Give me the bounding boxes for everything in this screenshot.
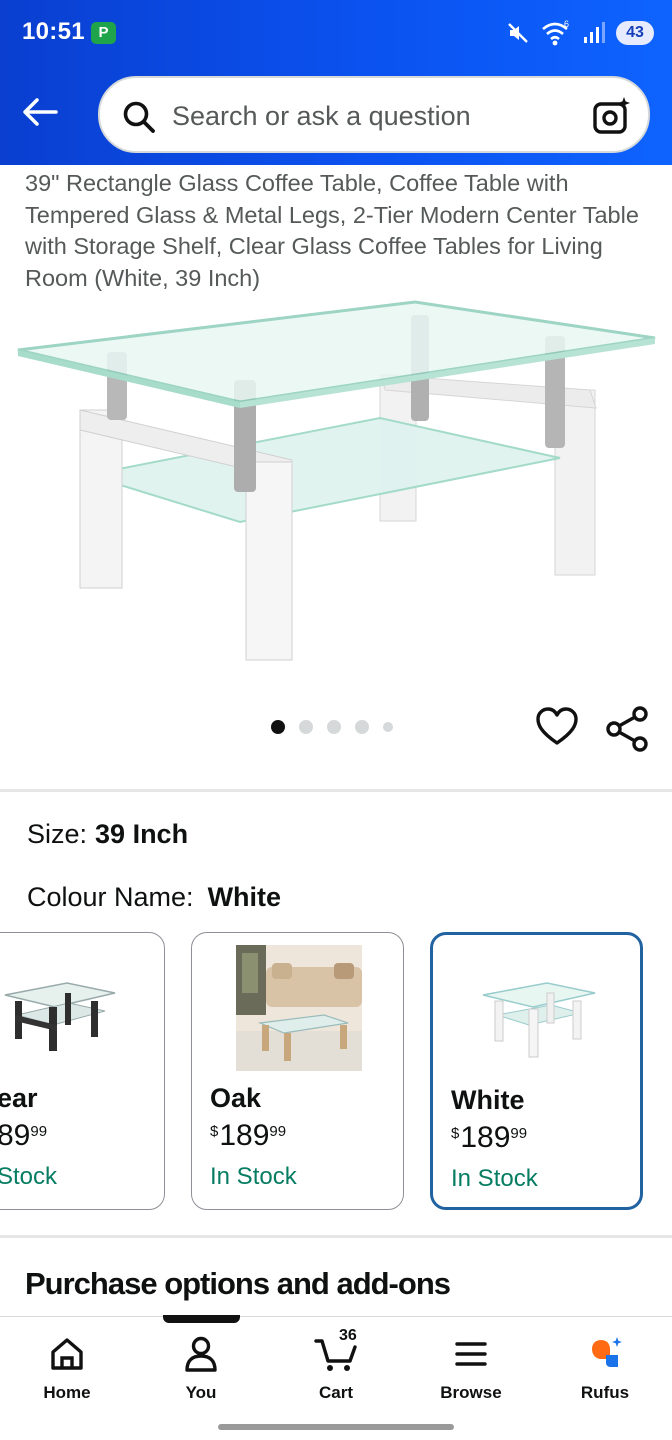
price-currency: $ (210, 1123, 219, 1140)
size-value: 39 Inch (95, 819, 189, 849)
price-whole: 189 (460, 1121, 511, 1154)
colour-selection: Colour Name: White (27, 882, 281, 913)
status-time: 10:51 (22, 18, 85, 45)
gesture-home-bar[interactable] (218, 1424, 454, 1430)
price-fraction: 99 (510, 1125, 528, 1142)
nav-you[interactable]: You (146, 1335, 256, 1403)
colour-option-white[interactable]: White $18999 In Stock (430, 932, 643, 1210)
image-carousel-dots[interactable] (271, 720, 393, 734)
back-button[interactable] (14, 90, 66, 134)
price-fraction: 99 (269, 1123, 287, 1140)
bottom-nav: Home You 36 Cart Browse Rufus (0, 1315, 672, 1440)
colour-option-oak[interactable]: Oak $18999 In Stock (191, 932, 404, 1210)
swatch-image (482, 982, 596, 1058)
carousel-dot[interactable] (299, 720, 313, 734)
status-icons: 6 43 (506, 18, 654, 48)
person-icon (185, 1336, 217, 1372)
signal-icon (584, 22, 605, 43)
nav-label: Rufus (580, 1383, 630, 1402)
carousel-dot[interactable] (355, 720, 369, 734)
price-fraction: 99 (30, 1123, 48, 1140)
purchase-options-heading: Purchase options and add-ons (25, 1266, 451, 1301)
swatch-name: Oak (210, 1083, 262, 1113)
battery-indicator: 43 (616, 21, 654, 45)
nav-home[interactable]: Home (12, 1335, 122, 1403)
section-divider (0, 789, 672, 792)
app-notification-icon: P (91, 22, 116, 44)
wifi-label: 6 (564, 19, 569, 29)
nav-browse[interactable]: Browse (416, 1335, 526, 1403)
search-input[interactable] (172, 96, 572, 136)
status-bar: 10:51 P 6 43 (0, 0, 672, 64)
size-selection: Size: 39 Inch (27, 819, 188, 850)
nav-rufus[interactable]: Rufus (550, 1335, 660, 1403)
arrow-left-icon (23, 98, 58, 126)
camera-search-icon[interactable] (592, 96, 632, 136)
price-whole: 89 (0, 1119, 31, 1152)
carousel-dot[interactable] (383, 722, 393, 732)
swatch-price: $18999 (210, 1119, 286, 1153)
app-header: 10:51 P 6 43 Search or ask a question (0, 0, 672, 165)
swatch-stock: In Stock (210, 1163, 297, 1190)
mute-icon (508, 23, 528, 43)
home-icon (51, 1338, 83, 1370)
search-bar[interactable] (98, 76, 650, 153)
swatch-stock: Stock (0, 1163, 58, 1190)
price-whole: 189 (219, 1119, 270, 1152)
wifi-icon: 6 (542, 19, 569, 46)
nav-active-indicator (163, 1315, 240, 1323)
swatch-image (4, 982, 116, 1051)
search-icon (123, 101, 155, 133)
product-image[interactable] (0, 290, 672, 690)
cart-count-badge: 36 (339, 1327, 357, 1344)
swatch-name: White (451, 1085, 525, 1115)
menu-icon (455, 1342, 487, 1366)
swatch-price: $18999 (451, 1121, 527, 1155)
nav-label: You (185, 1383, 217, 1402)
swatch-price: 8999 (0, 1119, 47, 1153)
section-divider (0, 1235, 672, 1238)
price-currency: $ (451, 1125, 460, 1142)
carousel-dot[interactable] (271, 720, 285, 734)
nav-label: Browse (440, 1383, 502, 1402)
colour-label: Colour Name: (27, 882, 194, 912)
product-page: 10:51 P 6 43 Search or ask a question 39… (0, 0, 672, 1440)
nav-label: Home (43, 1383, 91, 1402)
heart-icon[interactable] (535, 705, 579, 749)
colour-value: White (207, 882, 282, 912)
nav-cart[interactable]: 36 Cart (281, 1327, 391, 1403)
swatch-name: ear (0, 1083, 38, 1113)
carousel-dot[interactable] (327, 720, 341, 734)
swatch-stock: In Stock (451, 1165, 538, 1192)
nav-label: Cart (318, 1383, 353, 1402)
size-label: Size: (27, 819, 88, 849)
colour-option-clear[interactable]: ear 8999 Stock (0, 932, 165, 1210)
swatch-image (236, 945, 362, 1071)
rufus-icon (592, 1337, 622, 1367)
product-title: 39" Rectangle Glass Coffee Table, Coffee… (25, 170, 639, 291)
share-icon[interactable] (603, 705, 651, 753)
